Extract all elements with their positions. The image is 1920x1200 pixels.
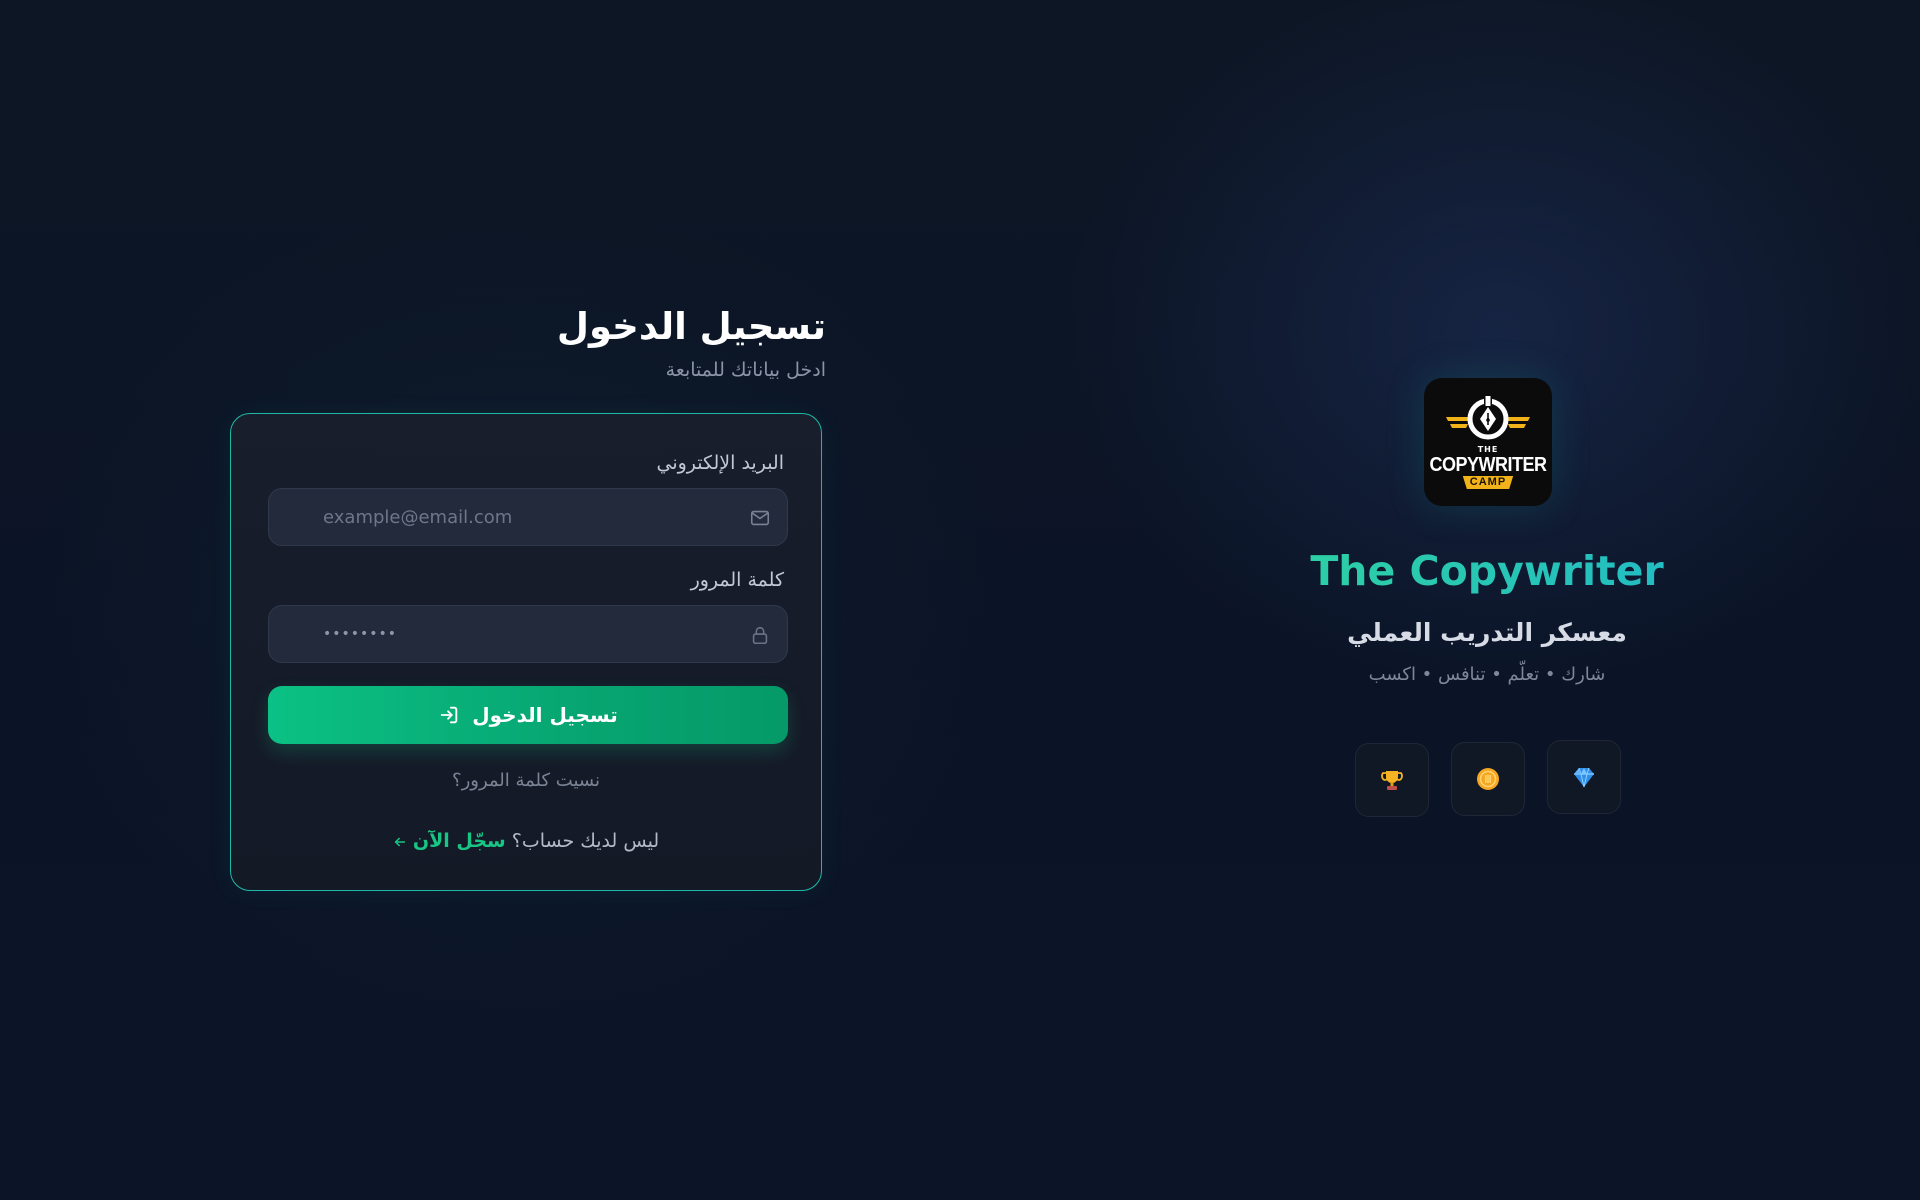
- brand-logo: THE COPYWRITER CAMP: [1424, 378, 1552, 506]
- lock-icon: [752, 626, 768, 645]
- mail-icon: [750, 510, 770, 526]
- brand-tagline: معسكر التدريب العملي: [1347, 618, 1627, 647]
- email-label: البريد الإلكتروني: [656, 452, 785, 474]
- logo-text-main: COPYWRITER: [1429, 452, 1547, 476]
- password-label: كلمة المرور: [690, 569, 784, 591]
- brand-name: The Copywriter: [1240, 546, 1734, 596]
- login-button[interactable]: تسجيل الدخول: [268, 686, 788, 744]
- page-subtitle: ادخل بياناتك للمتابعة: [665, 359, 826, 381]
- badge-trophy: [1355, 743, 1429, 817]
- email-field[interactable]: [269, 489, 787, 545]
- login-arrow-icon: [441, 706, 458, 724]
- arrow-left-icon: [394, 837, 406, 846]
- brand-motto: شارك • تعلّم • تنافس • اكسب: [1368, 664, 1606, 685]
- badge-coin: [1451, 742, 1525, 816]
- login-button-label: تسجيل الدخول: [472, 703, 618, 727]
- forgot-password-link[interactable]: نسيت كلمة المرور؟: [231, 768, 821, 794]
- password-field[interactable]: [269, 606, 787, 662]
- email-field-wrapper: [268, 488, 788, 546]
- page-title: تسجيل الدخول: [556, 305, 826, 348]
- password-field-wrapper: [268, 605, 788, 663]
- feature-badges: [1355, 740, 1621, 817]
- login-section: تسجيل الدخول ادخل بياناتك للمتابعة البري…: [230, 300, 826, 891]
- login-form: البريد الإلكتروني كلمة المرور تسجيل الدخ…: [230, 413, 822, 891]
- pen-nib-icon: [1446, 396, 1530, 440]
- badge-diamond: [1547, 740, 1621, 814]
- register-link[interactable]: سجّل الآن: [393, 830, 506, 852]
- trophy-icon: [1381, 771, 1403, 790]
- diamond-icon: [1574, 767, 1594, 788]
- register-prompt: ليس لديك حساب؟ سجّل الآن: [231, 827, 821, 855]
- no-account-text: ليس لديك حساب؟: [511, 830, 660, 852]
- logo-text-bottom: CAMP: [1462, 476, 1514, 489]
- coin-icon: [1477, 768, 1499, 790]
- register-link-label: سجّل الآن: [412, 830, 506, 852]
